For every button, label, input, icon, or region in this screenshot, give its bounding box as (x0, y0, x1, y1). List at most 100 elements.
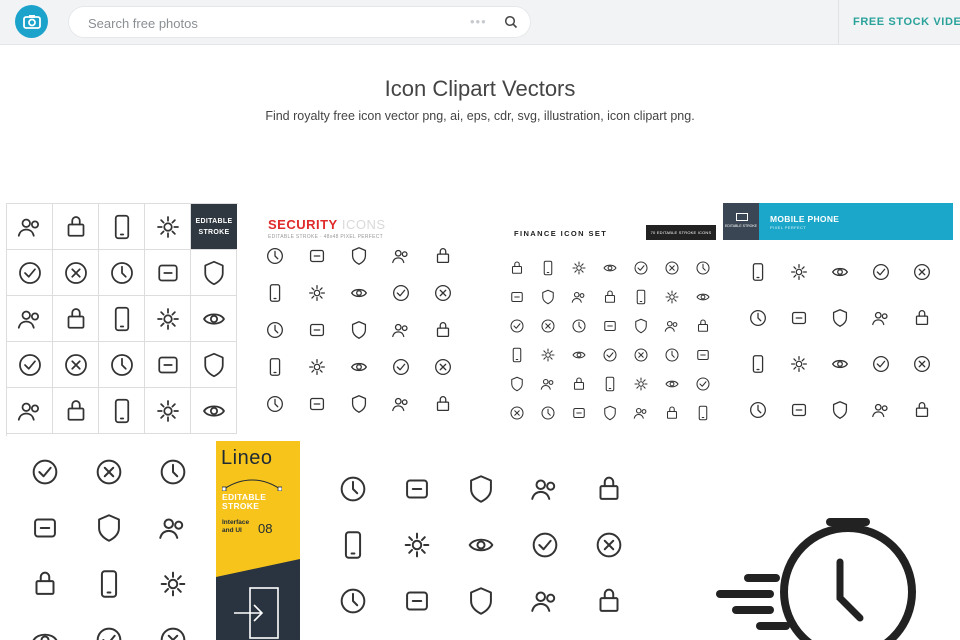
time-icon (531, 479, 556, 500)
finance-icon (511, 261, 523, 274)
security-icon (351, 321, 367, 339)
finance-icon (603, 348, 617, 362)
top-bar: ••• FREE STOCK VIDEOS (0, 0, 960, 45)
security-icon (267, 396, 283, 412)
lineo-brand: Lineo (221, 447, 273, 469)
interface-icon (35, 571, 55, 595)
people-icon (156, 215, 179, 238)
grid-cell (145, 250, 191, 296)
people-icon (114, 214, 129, 239)
security-icon (269, 358, 281, 376)
mobile-icon (915, 310, 929, 326)
people-icon (67, 307, 84, 329)
people-icon (64, 261, 87, 284)
grid-cell (7, 204, 53, 250)
interface-icons-tile[interactable] (0, 441, 214, 640)
security-icons-tile[interactable]: SECURITY ICONS EDITABLE STROKE · 48x48 P… (238, 203, 500, 435)
finance-title: FINANCE ICON SET (514, 229, 608, 238)
grid-cell (99, 250, 145, 296)
people-icon (156, 399, 179, 422)
grid-cell (191, 342, 237, 388)
mobile-icon (832, 359, 848, 369)
time-icon (406, 591, 428, 611)
finance-icon (511, 291, 523, 303)
grid-cell (145, 388, 191, 434)
finance-icon (542, 289, 554, 305)
search-input[interactable] (86, 13, 450, 33)
editable-stroke-badge: EDITABLE STROKE (191, 204, 237, 249)
security-icon (392, 323, 408, 338)
time-icon (404, 532, 430, 558)
interface-icon (32, 633, 58, 640)
grid-cell (145, 342, 191, 388)
finance-icon (634, 261, 648, 275)
people-icon (202, 312, 225, 325)
finance-icon (571, 291, 585, 303)
mobile-phone-icons-tile[interactable]: EDITABLE STROKE MOBILE PHONE PIXEL PERFE… (723, 203, 953, 435)
camera-logo-icon[interactable] (15, 5, 48, 38)
finance-icon (665, 380, 679, 388)
finance-badge: 70 EDITABLE STROKE ICONS (646, 225, 716, 240)
grid-cell (53, 296, 99, 342)
free-stock-videos-link[interactable]: FREE STOCK VIDEOS (838, 0, 960, 44)
search-bar: ••• (68, 6, 531, 38)
grid-cell (7, 342, 53, 388)
security-icon (309, 359, 325, 375)
mobile-icon (791, 356, 807, 372)
finance-icon (665, 290, 679, 304)
finance-icon (635, 318, 647, 334)
grid-cell (99, 296, 145, 342)
security-icon (435, 285, 451, 301)
people-icon (203, 352, 224, 377)
time-icons-tile[interactable] (320, 460, 650, 640)
grid-cell (53, 250, 99, 296)
fast-clock-icon (716, 518, 916, 640)
finance-icon (511, 376, 523, 392)
interface-icon (34, 518, 56, 538)
search-icon[interactable] (504, 15, 518, 29)
finance-icon (696, 261, 710, 275)
mobile-icon (832, 401, 848, 419)
people-icons-tile[interactable]: EDITABLE STROKE (6, 203, 239, 436)
grid-cell (145, 296, 191, 342)
grid-cell (191, 250, 237, 296)
finance-icon (512, 347, 522, 363)
finance-icon (697, 319, 709, 332)
time-icon (470, 587, 492, 615)
finance-icon (603, 264, 617, 272)
interface-icon (160, 627, 186, 640)
mobile-icon (750, 402, 766, 418)
security-icon (309, 249, 325, 263)
finance-icon (543, 260, 553, 276)
mobile-logo: EDITABLE STROKE (723, 203, 759, 240)
grid-cell (99, 342, 145, 388)
mobile-title: MOBILE PHONE (770, 214, 840, 224)
interface-icon (160, 571, 186, 597)
mobile-icon (791, 264, 807, 280)
finance-icon (604, 290, 616, 303)
security-icon (436, 248, 450, 264)
security-icon (392, 249, 408, 264)
people-icon (110, 261, 133, 284)
security-icon (392, 397, 408, 412)
security-icon (351, 247, 367, 265)
mobile-icon (872, 403, 888, 418)
mobile-icon (752, 355, 764, 373)
finance-icon (634, 377, 648, 391)
interface-icon (160, 459, 186, 485)
finance-icon (666, 406, 678, 419)
grid-cell (145, 204, 191, 250)
interface-icon (96, 459, 122, 485)
people-icon (156, 307, 179, 330)
finance-icon (540, 378, 554, 390)
more-dots-icon[interactable]: ••• (470, 14, 487, 29)
lineo-tile[interactable]: Lineo EDITABLE STROKE Interface and UI 0… (216, 441, 300, 640)
fast-clock-tile[interactable] (700, 510, 960, 640)
finance-icons-tile[interactable]: FINANCE ICON SET 70 EDITABLE STROKE ICON… (500, 203, 722, 435)
finance-icon (664, 320, 678, 332)
pen-path-icon (222, 479, 282, 491)
time-icon (340, 476, 366, 502)
people-icon (157, 356, 178, 373)
finance-icon (697, 349, 709, 361)
grid-cell (7, 388, 53, 434)
